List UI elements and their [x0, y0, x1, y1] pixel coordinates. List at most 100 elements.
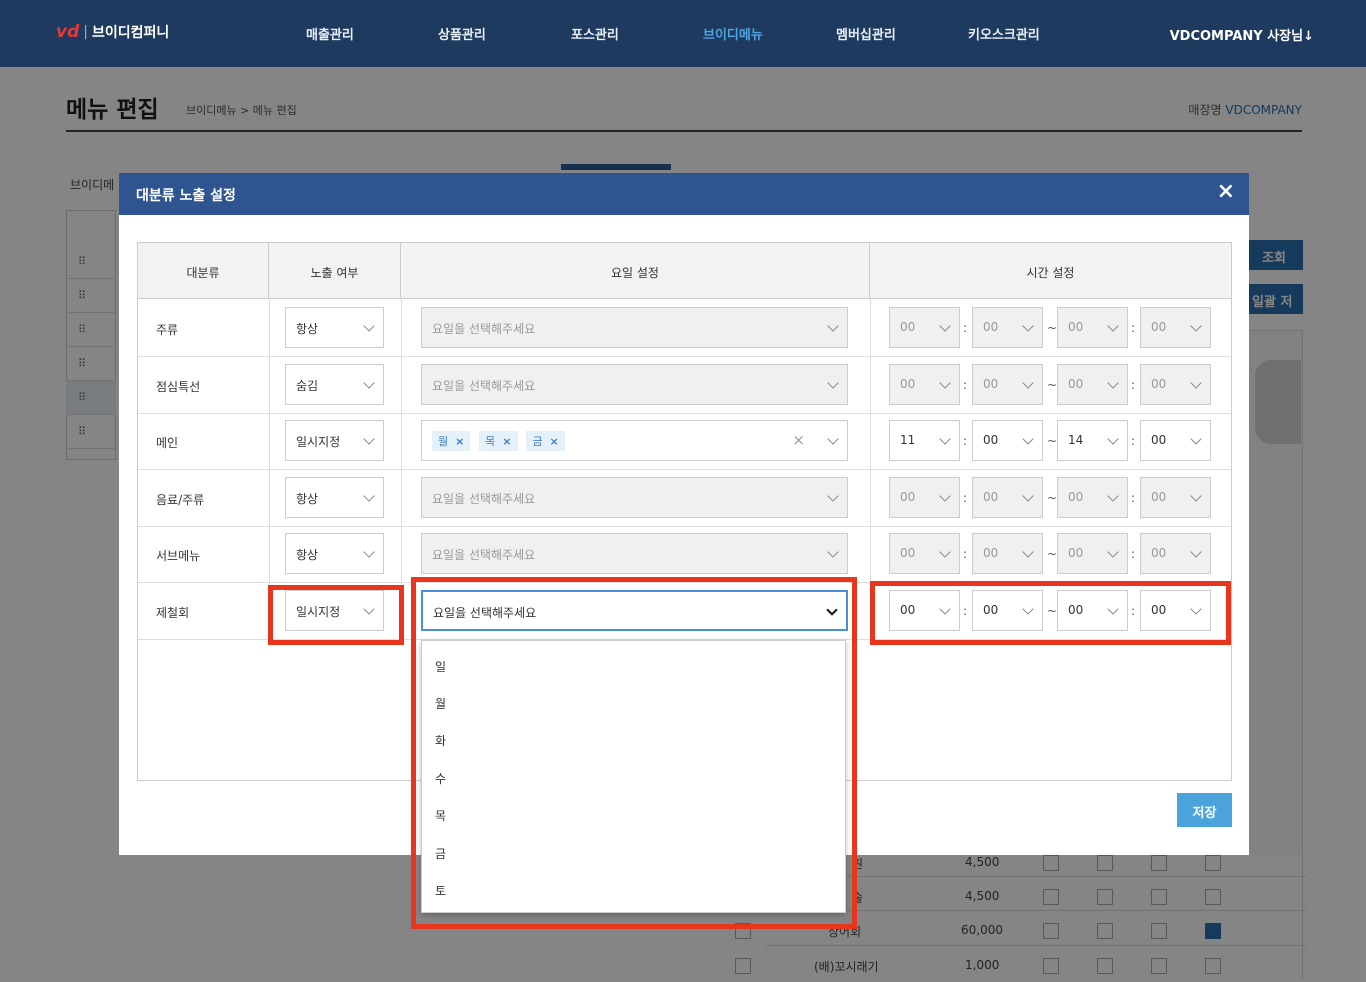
row-divider — [138, 526, 1231, 527]
chevron-down-icon — [1190, 433, 1202, 445]
chevron-down-icon — [1190, 490, 1202, 502]
user-name: VDCOMPANY 사장님 — [1169, 29, 1304, 44]
days-select: 요일을 선택해주세요 — [421, 477, 848, 518]
days-placeholder: 요일을 선택해주세요 — [432, 322, 536, 336]
chevron-down-icon — [363, 546, 375, 558]
day-tag: 월 × — [432, 431, 471, 451]
chevron-down-icon — [1107, 490, 1119, 502]
nav-membership[interactable]: 멤버십관리 — [836, 24, 896, 43]
brand-logo[interactable]: vd | 브이디컴퍼니 — [56, 22, 169, 42]
row-divider — [138, 413, 1231, 414]
chevron-down-icon — [1107, 377, 1119, 389]
chevron-down-icon — [1022, 320, 1034, 332]
start-minute-value: 00 — [983, 377, 999, 391]
time-colon: : — [963, 378, 968, 392]
end-hour-select: 00 — [1057, 364, 1128, 405]
chevron-down-icon — [939, 546, 951, 558]
end-hour-value: 00 — [1068, 546, 1084, 560]
start-minute-select: 00 — [972, 477, 1043, 518]
start-minute-select: 00 — [972, 307, 1043, 348]
range-tilde: ~ — [1047, 491, 1058, 505]
start-hour-value: 00 — [900, 490, 916, 504]
end-hour-select[interactable]: 14 — [1057, 420, 1128, 461]
end-minute-value: 00 — [1151, 320, 1167, 334]
nav-pos[interactable]: 포스관리 — [571, 24, 619, 43]
start-hour-value: 00 — [900, 546, 916, 560]
range-tilde: ~ — [1047, 321, 1058, 335]
category-name: 서브메뉴 — [156, 549, 201, 563]
day-tag: 목 × — [479, 431, 518, 451]
chevron-down-icon — [939, 377, 951, 389]
start-minute-value: 00 — [983, 433, 999, 447]
chevron-down-icon — [939, 320, 951, 332]
end-minute-select: 00 — [1140, 307, 1211, 348]
day-tag-label: 금 — [532, 435, 543, 448]
start-hour-select[interactable]: 11 — [889, 420, 960, 461]
exposure-select[interactable]: 항상 — [285, 307, 384, 348]
exposure-select[interactable]: 항상 — [285, 533, 384, 574]
modal-title: 대분류 노출 설정 — [136, 188, 236, 204]
time-colon: : — [1131, 321, 1136, 335]
nav-sales[interactable]: 매출관리 — [306, 24, 354, 43]
header-category: 대분류 — [138, 243, 269, 299]
chevron-down-icon — [1022, 546, 1034, 558]
user-menu[interactable]: VDCOMPANY 사장님↓ — [1170, 25, 1314, 44]
exposure-select[interactable]: 일시지정 — [285, 420, 384, 461]
chevron-down-icon — [1190, 320, 1202, 332]
chevron-down-icon — [827, 433, 839, 445]
end-hour-value: 00 — [1068, 490, 1084, 504]
exposure-value: 항상 — [296, 548, 319, 562]
end-minute-value: 00 — [1151, 377, 1167, 391]
nav-kiosk[interactable]: 키오스크관리 — [968, 24, 1040, 43]
time-colon: : — [1131, 434, 1136, 448]
end-hour-select: 00 — [1057, 307, 1128, 348]
chevron-down-icon — [1107, 546, 1119, 558]
chevron-down-icon — [827, 377, 839, 389]
close-icon[interactable]: × — [1217, 179, 1235, 204]
days-placeholder: 요일을 선택해주세요 — [432, 379, 536, 393]
exposure-value: 일시지정 — [296, 435, 341, 449]
days-placeholder: 요일을 선택해주세요 — [432, 492, 536, 506]
chevron-down-icon — [363, 320, 375, 332]
day-tag-label: 월 — [438, 435, 449, 448]
chevron-down-icon — [1022, 433, 1034, 445]
start-hour-value: 00 — [900, 320, 916, 334]
start-minute-select: 00 — [972, 364, 1043, 405]
time-colon: : — [963, 491, 968, 505]
save-button[interactable]: 저장 — [1177, 793, 1232, 827]
days-multiselect[interactable]: 월 × 목 × 금 × × — [421, 420, 848, 461]
highlight-time — [870, 581, 1231, 645]
chevron-down-icon — [363, 377, 375, 389]
remove-tag-icon[interactable]: × — [455, 435, 464, 448]
days-select: 요일을 선택해주세요 — [421, 307, 848, 348]
chevron-down-icon — [827, 320, 839, 332]
exposure-select[interactable]: 항상 — [285, 477, 384, 518]
chevron-down-icon — [1022, 377, 1034, 389]
time-colon: : — [963, 321, 968, 335]
nav-vd-menu[interactable]: 브이디메뉴 — [703, 24, 763, 43]
start-hour-select: 00 — [889, 477, 960, 518]
user-menu-arrow-icon: ↓ — [1303, 29, 1314, 44]
exposure-value: 숨김 — [296, 379, 319, 393]
range-tilde: ~ — [1047, 378, 1058, 392]
exposure-value: 항상 — [296, 492, 319, 506]
day-tag-label: 목 — [485, 435, 496, 448]
header-exposure: 노출 여부 — [269, 243, 401, 299]
chevron-down-icon — [939, 490, 951, 502]
range-tilde: ~ — [1047, 434, 1058, 448]
start-hour-select: 00 — [889, 533, 960, 574]
highlight-days — [411, 577, 857, 929]
end-minute-select[interactable]: 00 — [1140, 420, 1211, 461]
row-divider — [138, 469, 1231, 470]
row-divider — [138, 356, 1231, 357]
time-colon: : — [1131, 378, 1136, 392]
end-minute-value: 00 — [1151, 433, 1167, 447]
remove-tag-icon[interactable]: × — [549, 435, 558, 448]
nav-products[interactable]: 상품관리 — [438, 24, 486, 43]
start-minute-select[interactable]: 00 — [972, 420, 1043, 461]
clear-icon[interactable]: × — [792, 431, 805, 449]
remove-tag-icon[interactable]: × — [502, 435, 511, 448]
chevron-down-icon — [1107, 433, 1119, 445]
header-time: 시간 설정 — [870, 243, 1231, 299]
exposure-select[interactable]: 숨김 — [285, 364, 384, 405]
